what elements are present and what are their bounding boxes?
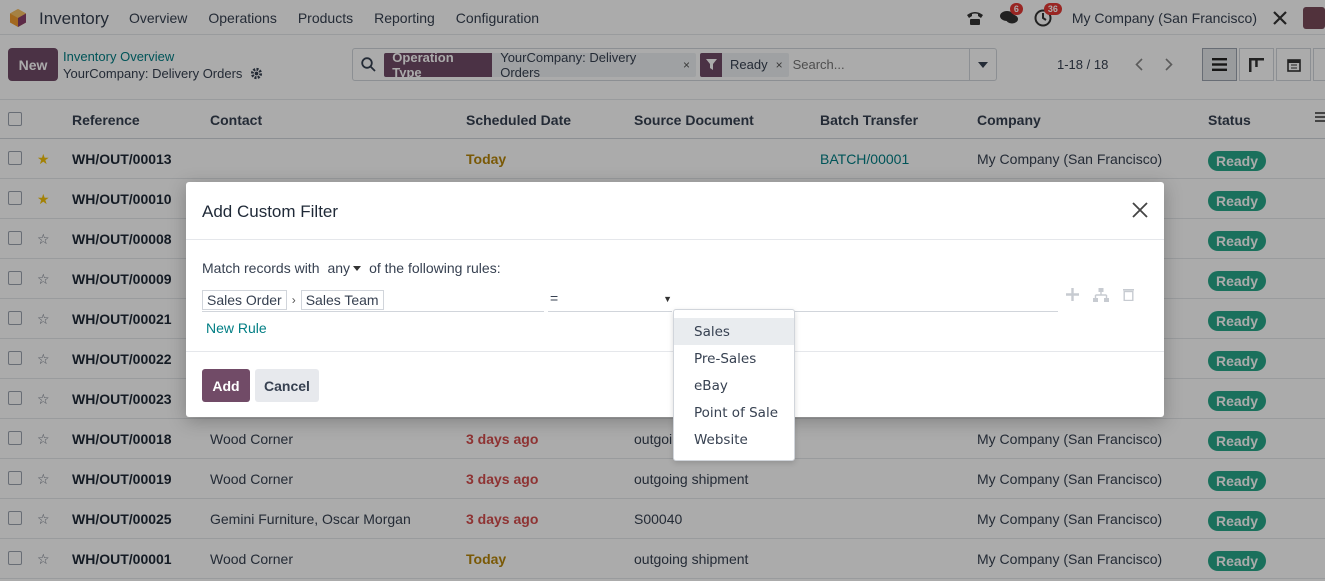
close-icon[interactable] (1130, 200, 1150, 220)
modal-footer: Add Cancel (202, 369, 319, 402)
rule-actions (1066, 288, 1134, 308)
path-segment: Sales Team (300, 289, 384, 310)
add-branch-icon[interactable] (1093, 288, 1109, 308)
dropdown-option[interactable]: Point of Sale (674, 399, 794, 426)
caret-down-icon: ▼ (663, 294, 672, 304)
rule-row: Sales Order › Sales Team = ▼ (202, 288, 1142, 312)
operator-value: = (550, 290, 559, 306)
dropdown-option[interactable]: eBay (674, 372, 794, 399)
match-prefix: Match records with (202, 260, 320, 276)
path-segment: Sales Order (202, 289, 287, 310)
match-mode-value: any (327, 260, 351, 276)
dropdown-option[interactable]: Sales (674, 318, 794, 345)
match-line: Match records with any of the following … (202, 260, 501, 276)
modal-title: Add Custom Filter (202, 202, 339, 221)
add-button[interactable]: Add (202, 369, 250, 402)
cancel-button[interactable]: Cancel (255, 369, 319, 402)
chevron-right-icon: › (291, 292, 296, 307)
match-mode-select[interactable]: any (327, 260, 362, 276)
new-rule-link[interactable]: New Rule (206, 320, 267, 336)
dropdown-option[interactable]: Website (674, 426, 794, 453)
modal-header: Add Custom Filter (186, 182, 1164, 240)
match-suffix: of the following rules: (369, 260, 501, 276)
trash-icon[interactable] (1123, 288, 1134, 308)
operator-select[interactable]: = ▼ (548, 288, 672, 312)
value-autocomplete-dropdown: Sales Pre-Sales eBay Point of Sale Websi… (673, 309, 795, 461)
caret-down-icon (353, 265, 362, 271)
field-path-selector[interactable]: Sales Order › Sales Team (202, 288, 544, 312)
add-rule-icon[interactable] (1066, 288, 1079, 308)
dropdown-option[interactable]: Pre-Sales (674, 345, 794, 372)
